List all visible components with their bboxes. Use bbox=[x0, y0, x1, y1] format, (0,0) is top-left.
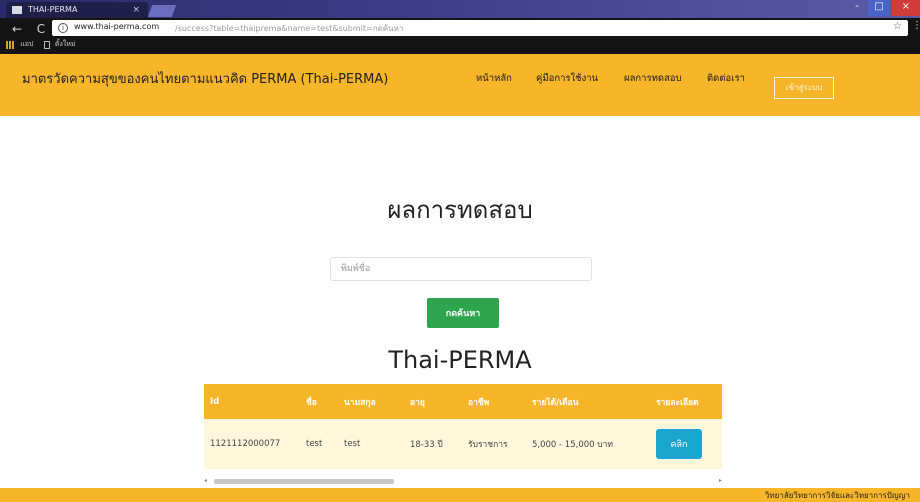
browser-window: THAI-PERMA × - □ × ← C i www.thai-perma.… bbox=[0, 0, 920, 502]
window-maximize-button[interactable]: □ bbox=[868, 0, 890, 16]
site-footer: วิทยาลัยวิทยาการวิจัยและวิทยาการปัญญา bbox=[0, 488, 920, 502]
tab-close-icon[interactable]: × bbox=[132, 2, 140, 18]
table-title: Thai-PERMA bbox=[388, 346, 532, 374]
favicon-icon bbox=[12, 6, 22, 14]
cell-age: 18-33 ปี bbox=[404, 419, 462, 469]
col-header-detail: รายละเอียด bbox=[650, 384, 722, 419]
col-header-last-name: นามสกุล bbox=[338, 384, 404, 419]
cell-occupation: รับราชการ bbox=[462, 419, 526, 469]
browser-menu-icon[interactable]: ⋮ bbox=[912, 20, 920, 31]
url-host: www.thai-perma.com bbox=[74, 22, 160, 31]
tab-title: THAI-PERMA bbox=[28, 5, 78, 14]
title-bar: THAI-PERMA × - □ × bbox=[0, 0, 920, 18]
scroll-right-arrow-icon[interactable]: ▸ bbox=[719, 477, 722, 484]
url-path: /success?table=thaiprema&name=test&submi… bbox=[175, 24, 404, 33]
col-header-income: รายได้/เดือน bbox=[526, 384, 650, 419]
search-button[interactable]: กดค้นหา bbox=[427, 298, 499, 328]
browser-tab[interactable]: THAI-PERMA × bbox=[6, 2, 148, 18]
bookmark-new[interactable]: ตั้งใหม่ bbox=[55, 40, 76, 48]
col-header-id: Id bbox=[204, 384, 300, 419]
bookmarks-bar: แอป ตั้งใหม่ bbox=[6, 39, 76, 51]
page-title: ผลการทดสอบ bbox=[387, 196, 533, 224]
site-navbar: มาตรวัดความสุขของคนไทยตามแนวคิด PERMA (T… bbox=[0, 54, 920, 116]
cell-id: 1121112000077 bbox=[204, 419, 300, 469]
table-header-row: Id ชื่อ นามสกุล อายุ อาชีพ รายได้/เดือน … bbox=[204, 384, 722, 419]
nav-link-results[interactable]: ผลการทดสอบ bbox=[624, 71, 682, 86]
nav-link-contact[interactable]: ติดต่อเรา bbox=[707, 71, 745, 86]
page-icon bbox=[43, 40, 50, 49]
table-row: 1121112000077 test test 18-33 ปี รับราชก… bbox=[204, 419, 722, 469]
col-header-age: อายุ bbox=[404, 384, 462, 419]
reload-icon[interactable]: C bbox=[34, 22, 48, 36]
nav-link-manual[interactable]: คู่มือการใช้งาน bbox=[536, 71, 598, 86]
window-minimize-button[interactable]: - bbox=[848, 0, 866, 16]
nav-link-home[interactable]: หน้าหลัก bbox=[476, 71, 512, 86]
site-brand[interactable]: มาตรวัดความสุขของคนไทยตามแนวคิด PERMA (T… bbox=[22, 68, 388, 89]
table-horizontal-scrollbar[interactable]: ◂ ▸ bbox=[204, 477, 722, 486]
login-button[interactable]: เข้าสู่ระบบ bbox=[774, 77, 834, 99]
detail-button[interactable]: คลิก bbox=[656, 429, 702, 459]
cell-income: 5,000 - 15,000 บาท bbox=[526, 419, 650, 469]
footer-text: วิทยาลัยวิทยาการวิจัยและวิทยาการปัญญา bbox=[764, 491, 910, 500]
browser-toolbar: ← C i www.thai-perma.com /success?table=… bbox=[0, 18, 920, 54]
apps-grid-icon[interactable] bbox=[6, 40, 15, 49]
scroll-left-arrow-icon[interactable]: ◂ bbox=[204, 477, 207, 484]
address-bar[interactable]: i www.thai-perma.com /success?table=thai… bbox=[52, 20, 908, 36]
info-icon[interactable]: i bbox=[58, 23, 68, 33]
scroll-thumb[interactable] bbox=[214, 479, 394, 484]
window-close-button[interactable]: × bbox=[892, 0, 920, 16]
results-table: Id ชื่อ นามสกุล อายุ อาชีพ รายได้/เดือน … bbox=[204, 384, 722, 469]
new-tab-button[interactable] bbox=[147, 5, 177, 17]
search-input[interactable] bbox=[330, 257, 592, 281]
cell-last-name: test bbox=[338, 419, 404, 469]
cell-first-name: test bbox=[300, 419, 338, 469]
back-arrow-icon[interactable]: ← bbox=[10, 22, 24, 36]
bookmark-apps[interactable]: แอป bbox=[20, 40, 33, 48]
cell-detail: คลิก bbox=[650, 419, 722, 469]
bookmark-star-icon[interactable]: ☆ bbox=[893, 21, 902, 32]
col-header-occupation: อาชีพ bbox=[462, 384, 526, 419]
col-header-first-name: ชื่อ bbox=[300, 384, 338, 419]
